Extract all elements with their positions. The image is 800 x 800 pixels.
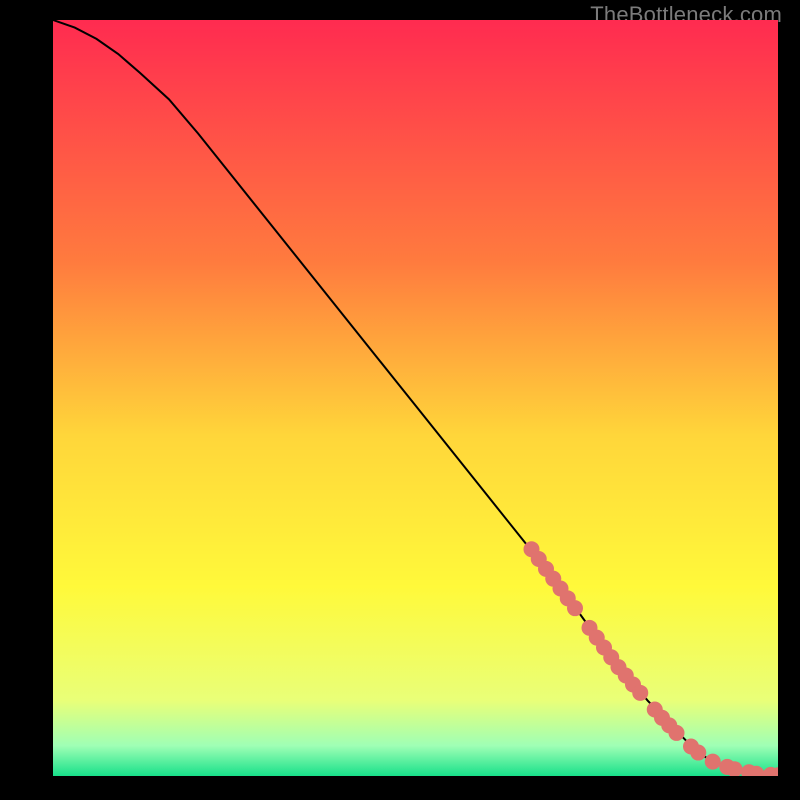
chart-frame: TheBottleneck.com bbox=[0, 0, 800, 800]
data-marker bbox=[632, 685, 648, 701]
data-marker bbox=[690, 745, 706, 761]
data-marker bbox=[705, 754, 721, 770]
data-marker bbox=[669, 725, 685, 741]
data-marker bbox=[567, 600, 583, 616]
chart-svg bbox=[53, 20, 778, 776]
plot-area bbox=[53, 20, 778, 776]
gradient-background bbox=[53, 20, 778, 776]
